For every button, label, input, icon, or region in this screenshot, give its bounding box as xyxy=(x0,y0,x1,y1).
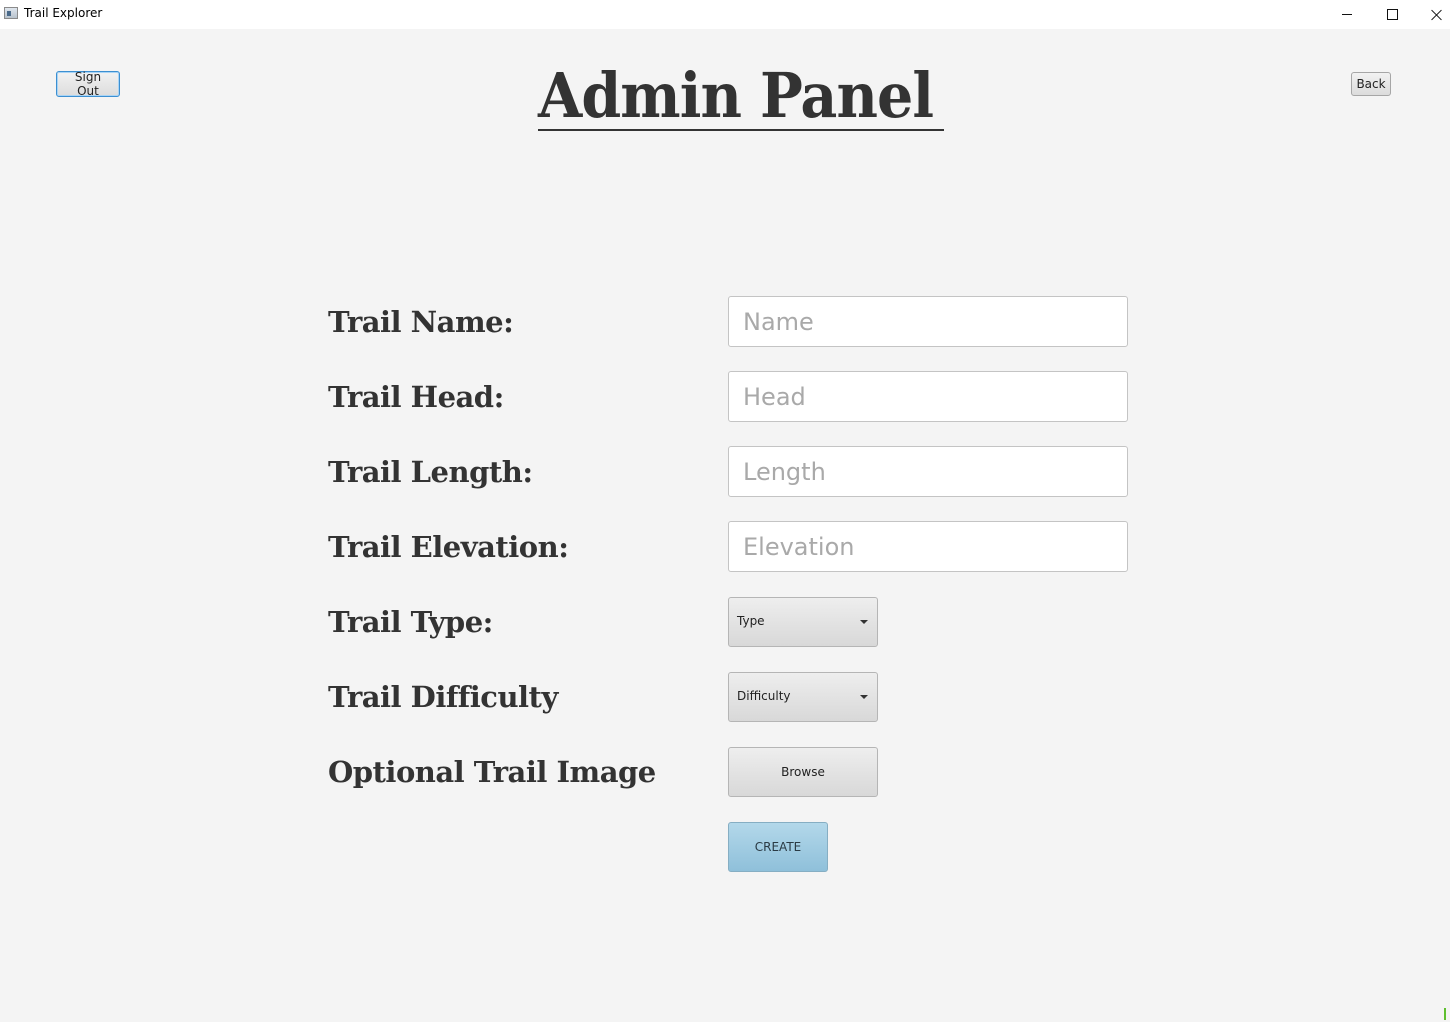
page-title: Admin Panel xyxy=(538,59,934,132)
browse-image-button[interactable]: Browse xyxy=(728,747,878,797)
close-icon xyxy=(1431,9,1443,21)
trail-name-label: Trail Name: xyxy=(328,305,514,339)
trail-head-label: Trail Head: xyxy=(328,380,504,414)
trail-head-input[interactable] xyxy=(728,371,1128,422)
app-window: Trail Explorer Sign Out Back Admin Panel… xyxy=(0,0,1450,1022)
resize-grip[interactable] xyxy=(1444,1008,1446,1020)
page-title-underline xyxy=(538,129,944,131)
trail-type-dropdown[interactable]: Type xyxy=(728,597,878,647)
window-title: Trail Explorer xyxy=(24,6,103,20)
maximize-button[interactable] xyxy=(1369,0,1415,29)
trail-difficulty-label: Trail Difficulty xyxy=(328,680,558,714)
trail-type-selected: Type xyxy=(737,614,765,628)
minimize-button[interactable] xyxy=(1324,0,1370,29)
trail-type-label: Trail Type: xyxy=(328,605,493,639)
back-button[interactable]: Back xyxy=(1351,72,1391,96)
title-bar: Trail Explorer xyxy=(0,0,1450,29)
sign-out-button[interactable]: Sign Out xyxy=(56,70,120,98)
minimize-icon xyxy=(1342,14,1352,15)
trail-elevation-label: Trail Elevation: xyxy=(328,530,569,564)
trail-name-input[interactable] xyxy=(728,296,1128,347)
trail-difficulty-dropdown[interactable]: Difficulty xyxy=(728,672,878,722)
trail-length-label: Trail Length: xyxy=(328,455,533,489)
trail-length-input[interactable] xyxy=(728,446,1128,497)
close-button[interactable] xyxy=(1414,0,1450,29)
maximize-icon xyxy=(1386,9,1398,20)
trail-difficulty-selected: Difficulty xyxy=(737,689,791,703)
create-trail-button[interactable]: CREATE xyxy=(728,822,828,872)
trail-elevation-input[interactable] xyxy=(728,521,1128,572)
chevron-down-icon xyxy=(860,620,868,624)
trail-image-label: Optional Trail Image xyxy=(328,755,656,789)
chevron-down-icon xyxy=(860,695,868,699)
app-window-icon xyxy=(4,7,18,19)
